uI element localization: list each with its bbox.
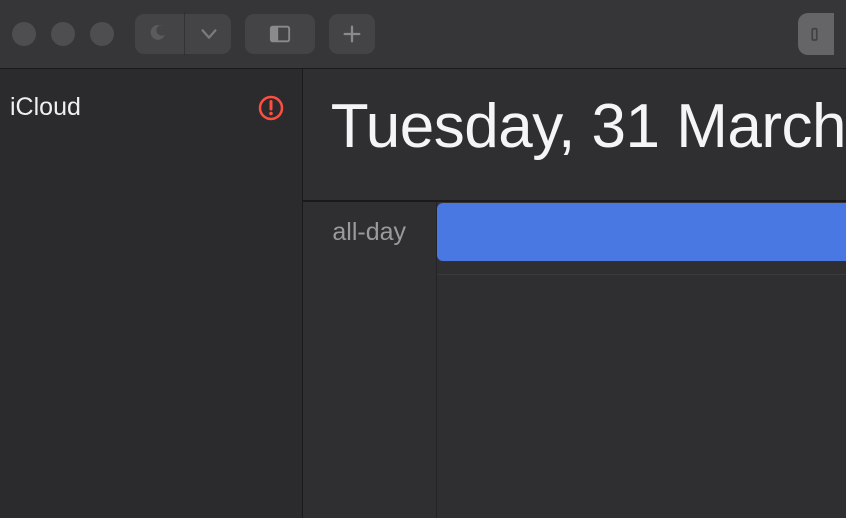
appearance-segmented-control xyxy=(134,13,232,55)
zoom-window-button[interactable] xyxy=(90,22,114,46)
today-button-partial[interactable] xyxy=(798,13,834,55)
date-title: Tuesday, 31 March xyxy=(331,91,846,162)
moon-icon xyxy=(148,23,170,45)
main-area: iCloud Tuesday, 31 March all-day xyxy=(0,69,846,518)
allday-event[interactable] xyxy=(437,203,846,261)
close-window-button[interactable] xyxy=(12,22,36,46)
minimize-window-button[interactable] xyxy=(51,22,75,46)
toggle-sidebar-button[interactable] xyxy=(244,13,316,55)
allday-row: all-day xyxy=(303,202,846,262)
hour-line xyxy=(437,274,846,275)
plus-icon xyxy=(341,23,363,45)
sidebar-account-row[interactable]: iCloud xyxy=(0,87,302,128)
appearance-dropdown[interactable] xyxy=(184,13,232,55)
day-grid[interactable] xyxy=(303,262,846,518)
traffic-lights xyxy=(12,22,114,46)
calendar-content: Tuesday, 31 March all-day xyxy=(303,69,846,518)
alert-icon[interactable] xyxy=(258,95,284,121)
allday-label: all-day xyxy=(332,218,406,247)
chevron-down-icon xyxy=(198,23,220,45)
add-event-button[interactable] xyxy=(328,13,376,55)
date-header: Tuesday, 31 March xyxy=(303,69,846,200)
sidebar-panel-icon xyxy=(269,23,291,45)
sidebar: iCloud xyxy=(0,69,303,518)
today-icon xyxy=(810,25,828,43)
time-body[interactable] xyxy=(437,262,846,518)
sidebar-account-label: iCloud xyxy=(10,93,81,122)
toolbar xyxy=(0,0,846,69)
appearance-button[interactable] xyxy=(134,13,184,55)
time-gutter xyxy=(303,262,437,518)
allday-label-cell: all-day xyxy=(303,202,437,262)
